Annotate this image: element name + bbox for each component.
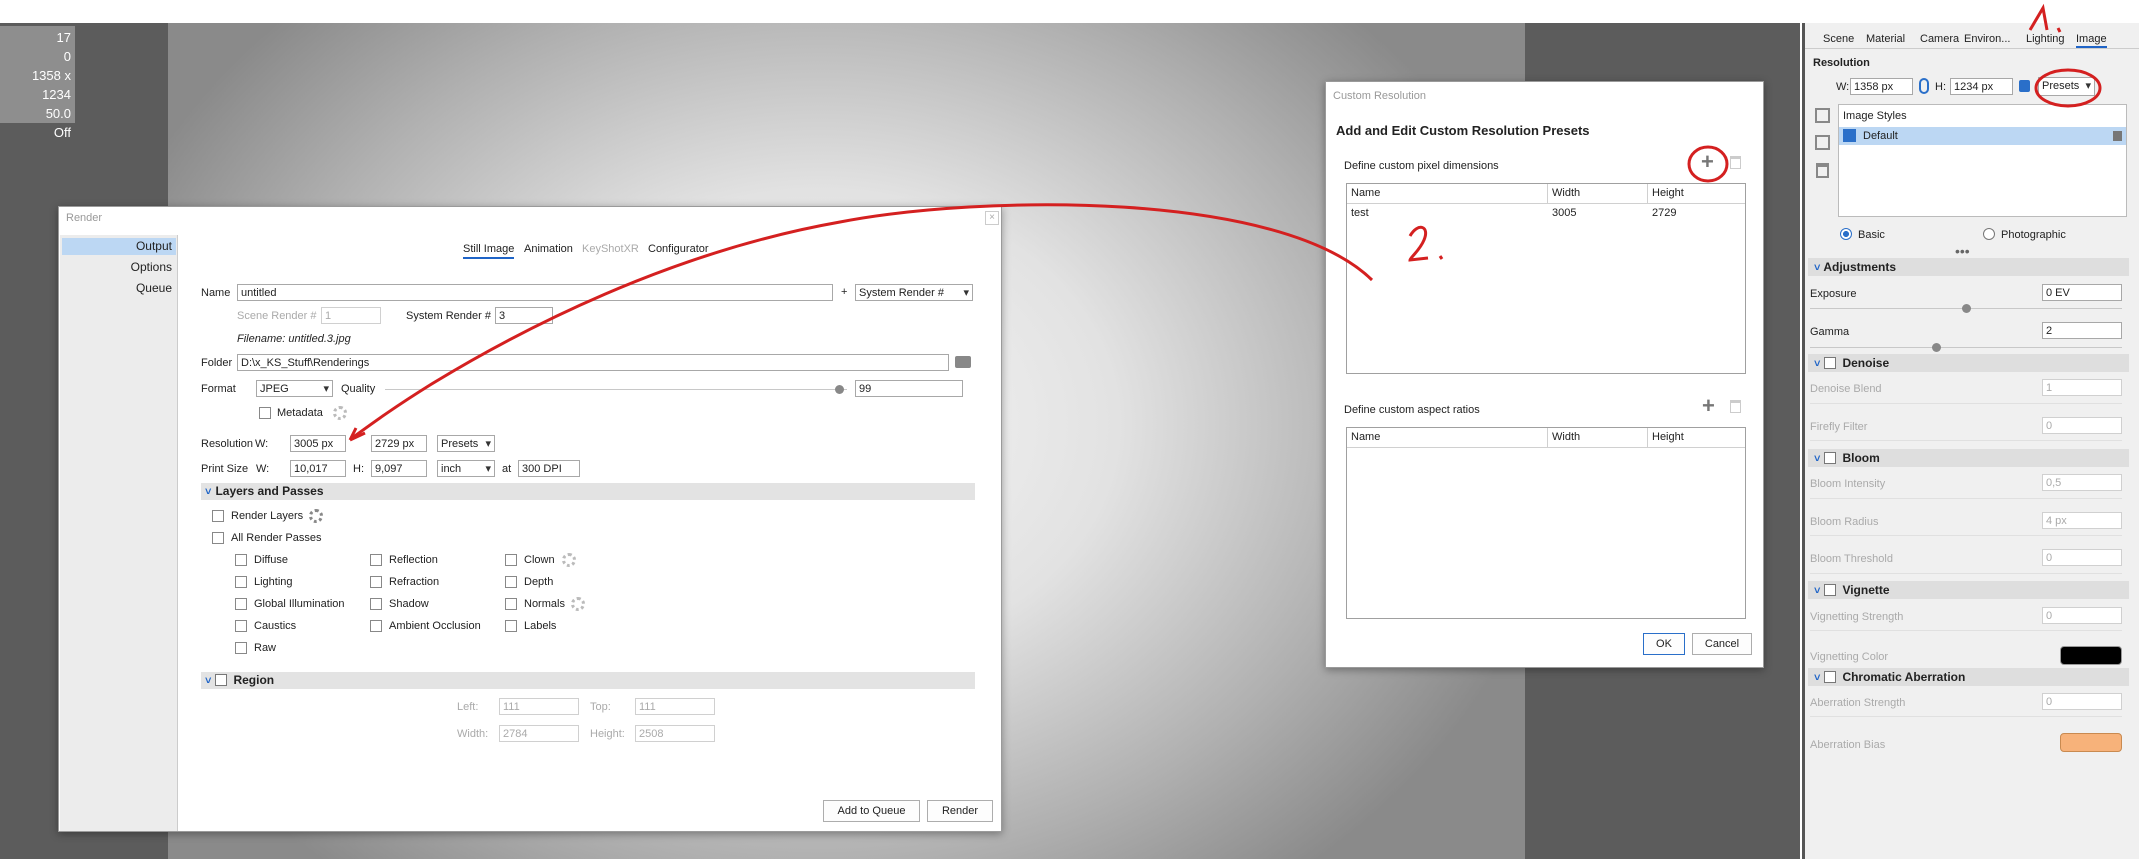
annotation-circle-presets [2034,68,2102,108]
annotation-mark-1 [2028,3,2062,33]
red-annotations [348,3,2102,442]
annotation-arrow [351,203,1374,440]
annotation-circle-add [1687,145,1729,183]
annotation-mark-2 [1408,225,1444,262]
